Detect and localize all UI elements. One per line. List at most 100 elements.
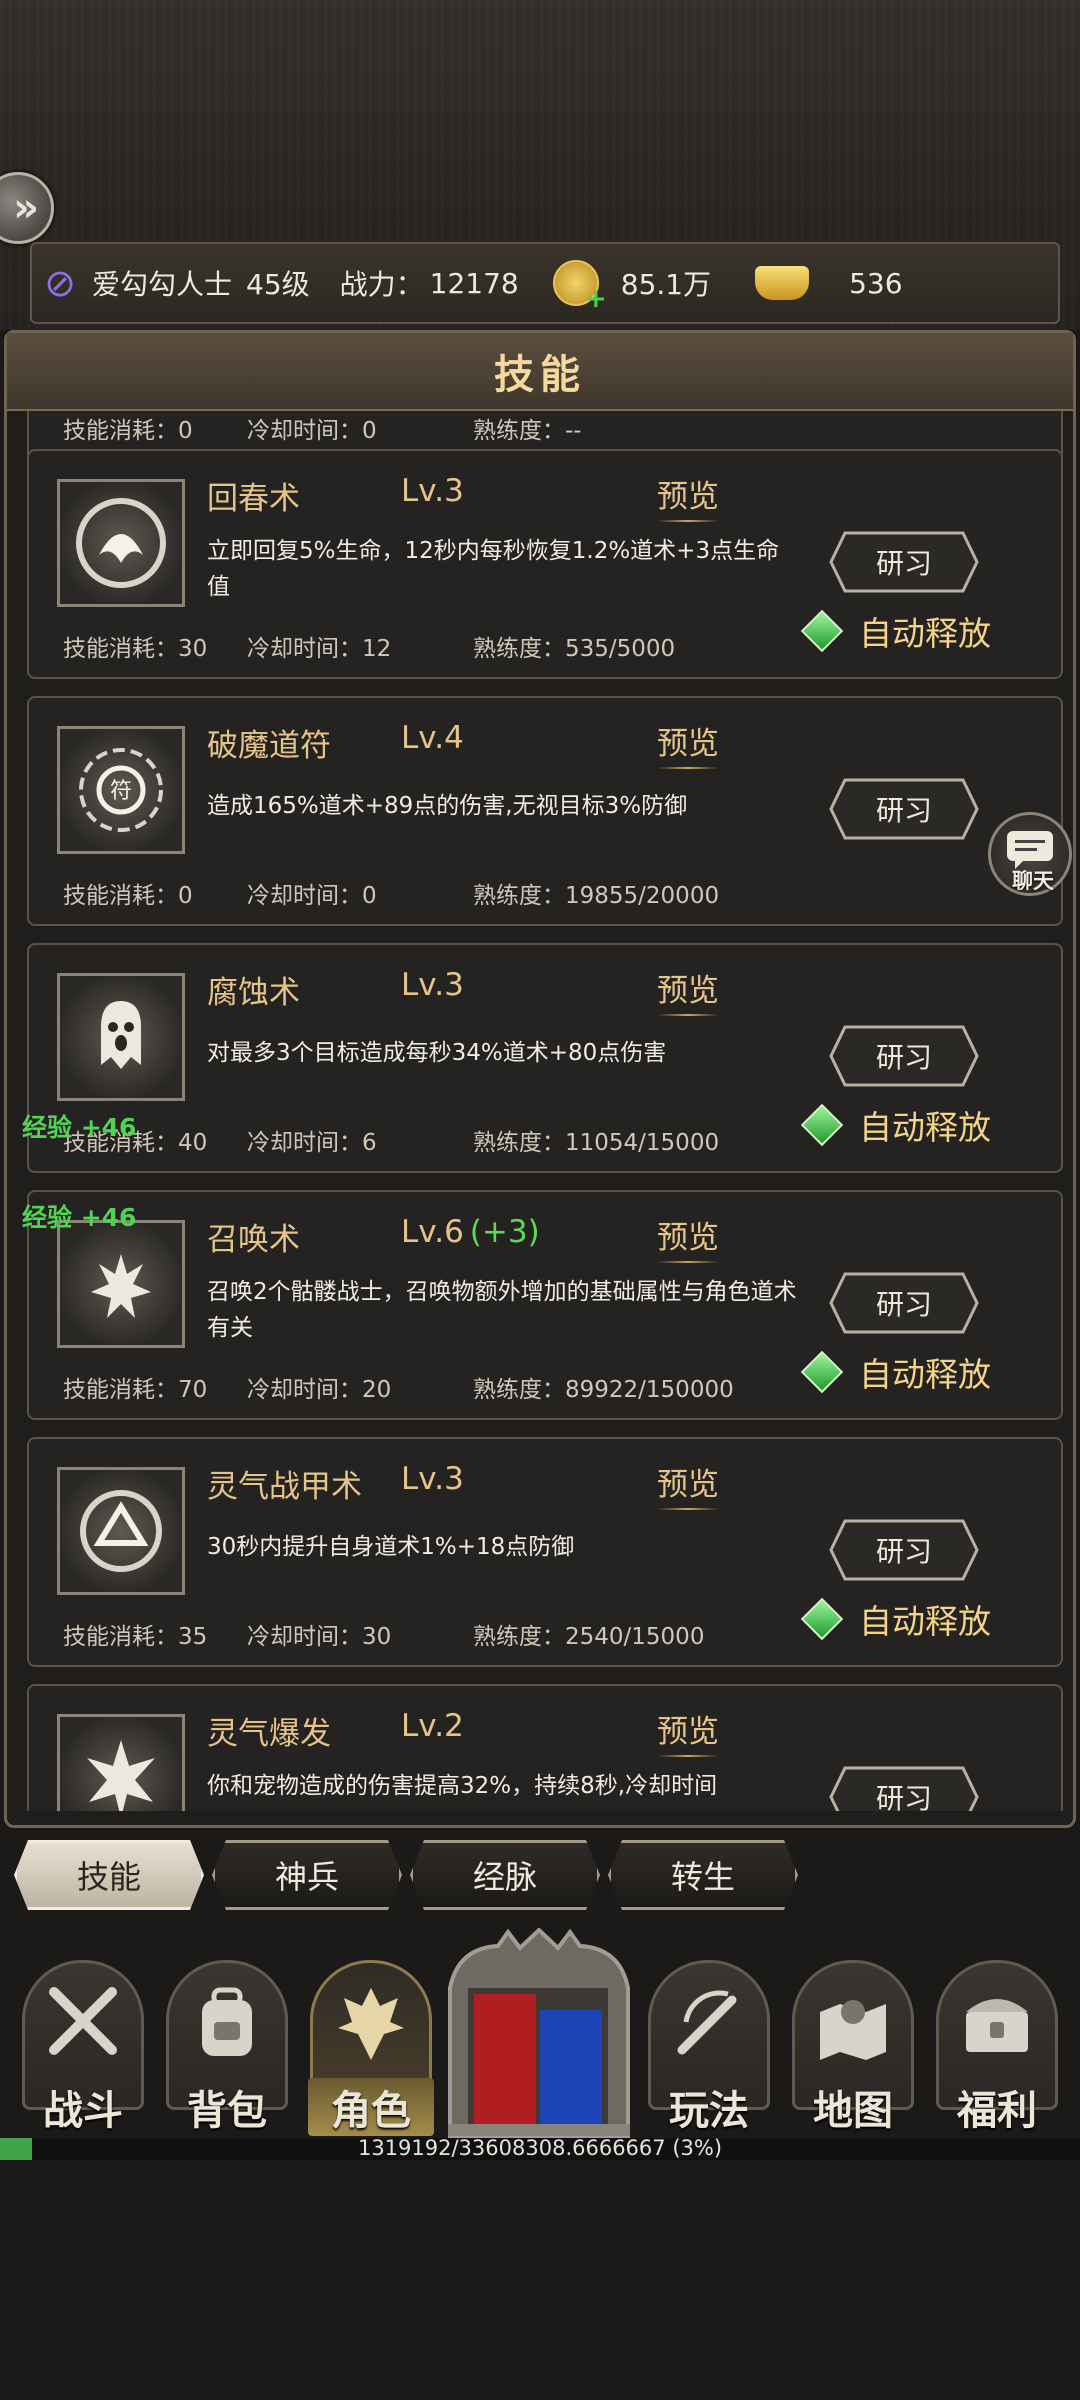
nav-label: 玩法	[669, 2088, 749, 2134]
skill-cost: 技能消耗：0	[63, 418, 193, 444]
skill-card[interactable]: 灵气爆发 Lv.2 预览 你和宠物造成的伤害提高32%，持续8秒,冷却时间 研习	[27, 1684, 1063, 1811]
skill-cooldown: 冷却时间：0	[247, 883, 377, 909]
skill-mastery: 熟练度：11054/15000	[473, 1130, 720, 1156]
spirit-burst-skill-icon	[57, 1714, 185, 1811]
preview-button[interactable]: 预览	[657, 1459, 719, 1510]
auto-cast-toggle[interactable]: 自动释放	[800, 1101, 991, 1149]
skill-mastery: 熟练度：89922/150000	[473, 1377, 734, 1403]
skill-card[interactable]: 灵气战甲术 Lv.3 预览 30秒内提升自身道术1%+18点防御 研习 自动释放…	[27, 1437, 1063, 1667]
skill-card[interactable]: 召唤术 Lv.6 (+3) 预览 召唤2个骷髅战士，召唤物额外增加的基础属性与角色…	[27, 1190, 1063, 1420]
skill-card[interactable]: 符 破魔道符 Lv.4 预览 造成165%道术+89点的伤害,无视目标3%防御 …	[27, 696, 1063, 926]
study-button[interactable]: 研习	[829, 1766, 979, 1811]
study-button[interactable]: 研习	[829, 1519, 979, 1581]
skill-level: Lv.3	[401, 1461, 464, 1497]
demon-breaking-talisman-icon: 符	[57, 726, 185, 854]
treasure-chest-icon	[966, 1999, 1028, 2052]
preview-button[interactable]: 预览	[657, 1212, 719, 1263]
panel-header: 技能	[7, 333, 1073, 411]
double-chevron-icon: »	[13, 185, 39, 231]
auto-cast-toggle[interactable]: 自动释放	[800, 607, 991, 655]
skill-cooldown: 冷却时间：6	[247, 1130, 377, 1156]
portal-gate-icon[interactable]	[438, 1928, 640, 2138]
exp-popup: 经验 +46	[22, 1203, 137, 1232]
study-button[interactable]: 研习	[829, 1025, 979, 1087]
auto-cast-check-icon	[800, 609, 844, 653]
auto-cast-check-icon	[800, 1350, 844, 1394]
nav-bag[interactable]: 背包	[164, 1960, 290, 2135]
skill-cost: 技能消耗：35	[63, 1624, 208, 1650]
skill-level-bonus: (+3)	[469, 1214, 540, 1250]
nav-label: 福利	[957, 2088, 1037, 2134]
skill-name: 灵气爆发	[207, 1716, 331, 1752]
tab-skills[interactable]: 技能	[14, 1840, 204, 1910]
skill-stats: 技能消耗：35 冷却时间：30 熟练度：2540/15000	[63, 1617, 704, 1651]
tab-rebirth[interactable]: 转生	[608, 1840, 798, 1910]
skill-cooldown: 冷却时间：30	[247, 1624, 392, 1650]
gold-ingot-icon	[755, 266, 810, 300]
skill-name: 灵气战甲术	[207, 1469, 362, 1505]
svg-text:符: 符	[110, 779, 132, 804]
nav-label: 战斗	[43, 2088, 123, 2134]
skill-description: 30秒内提升自身道术1%+18点防御	[207, 1534, 575, 1560]
skill-level: Lv.3	[401, 967, 464, 1003]
skill-level: Lv.4	[401, 720, 464, 756]
preview-button[interactable]: 预览	[657, 471, 719, 522]
skill-description: 造成165%道术+89点的伤害,无视目标3%防御	[207, 793, 688, 819]
crossed-swords-icon	[49, 1987, 117, 2055]
skill-cooldown: 冷却时间：20	[247, 1377, 392, 1403]
nav-label: 角色	[308, 2078, 434, 2136]
tab-meridians[interactable]: 经脉	[410, 1840, 600, 1910]
preview-button[interactable]: 预览	[657, 965, 719, 1016]
power-label: 战力：	[339, 268, 424, 301]
skill-cooldown: 冷却时间：0	[247, 418, 377, 444]
skill-tabs: 技能 神兵 经脉 转生	[14, 1840, 806, 1910]
skill-cost: 技能消耗：70	[63, 1377, 208, 1403]
preview-button[interactable]: 预览	[657, 1706, 719, 1757]
skill-level: Lv.2	[401, 1708, 464, 1744]
auto-cast-toggle[interactable]: 自动释放	[800, 1348, 991, 1396]
study-button[interactable]: 研习	[829, 531, 979, 593]
nav-battle[interactable]: 战斗	[20, 1960, 146, 2135]
rejuvenation-skill-icon	[57, 479, 185, 607]
auto-cast-check-icon	[800, 1103, 844, 1147]
skill-stats: 技能消耗：40 冷却时间：6 熟练度：11054/15000	[63, 1123, 719, 1157]
preview-button[interactable]: 预览	[657, 718, 719, 769]
skill-list[interactable]: 技能消耗：0 冷却时间：0 熟练度：-- 回春术 Lv.3 预览 立即回复5%生命，…	[27, 411, 1063, 1811]
skill-cost: 技能消耗：30	[63, 636, 208, 662]
backpack-icon	[202, 1987, 252, 2056]
map-pin-icon	[820, 2000, 886, 2060]
skill-mastery: 熟练度：--	[473, 418, 582, 444]
tab-divine-weapon[interactable]: 神兵	[212, 1840, 402, 1910]
chat-button[interactable]: 聊天	[988, 812, 1072, 896]
skill-cost: 技能消耗：0	[63, 883, 193, 909]
coin-add-icon[interactable]	[552, 260, 607, 314]
nav-map[interactable]: 地图	[790, 1960, 916, 2135]
class-emblem-icon: ⊘	[44, 261, 76, 305]
skill-description: 你和宠物造成的伤害提高32%，持续8秒,冷却时间	[207, 1773, 718, 1799]
crown-shield-icon	[338, 1988, 404, 2060]
study-button[interactable]: 研习	[829, 1272, 979, 1334]
study-button[interactable]: 研习	[829, 778, 979, 840]
ingot-value: 536	[849, 266, 903, 300]
skill-name: 召唤术	[207, 1222, 300, 1258]
skill-mastery: 熟练度：19855/20000	[473, 883, 720, 909]
nav-character[interactable]: 角色	[308, 1960, 434, 2136]
skill-stats: 技能消耗：0 冷却时间：0 熟练度：--	[63, 411, 582, 445]
panel-title: 技能	[494, 352, 586, 398]
skill-card[interactable]: 回春术 Lv.3 预览 立即回复5%生命，12秒内每秒恢复1.2%道术+3点生命…	[27, 449, 1063, 679]
skill-stats: 技能消耗：70 冷却时间：20 熟练度：89922/150000	[63, 1370, 734, 1404]
skill-description: 召唤2个骷髅战士，召唤物额外增加的基础属性与角色道术有关	[207, 1279, 797, 1341]
money-value: 85.1万	[620, 268, 712, 301]
skill-name: 腐蚀术	[207, 975, 300, 1011]
player-name: 爱勾勾人士	[92, 268, 233, 301]
skill-card[interactable]: 腐蚀术 Lv.3 预览 对最多3个目标造成每秒34%道术+80点伤害 研习 自动…	[27, 943, 1063, 1173]
skill-mastery: 熟练度：535/5000	[473, 636, 676, 662]
corrosion-skill-icon	[57, 973, 185, 1101]
nav-gameplay[interactable]: 玩法	[646, 1960, 772, 2135]
skill-name: 破魔道符	[207, 728, 331, 764]
skill-description: 对最多3个目标造成每秒34%道术+80点伤害	[207, 1040, 667, 1066]
skill-name: 回春术	[207, 481, 300, 517]
sword-slash-icon	[677, 1990, 737, 2055]
auto-cast-toggle[interactable]: 自动释放	[800, 1595, 991, 1643]
nav-welfare[interactable]: 福利	[934, 1960, 1060, 2135]
